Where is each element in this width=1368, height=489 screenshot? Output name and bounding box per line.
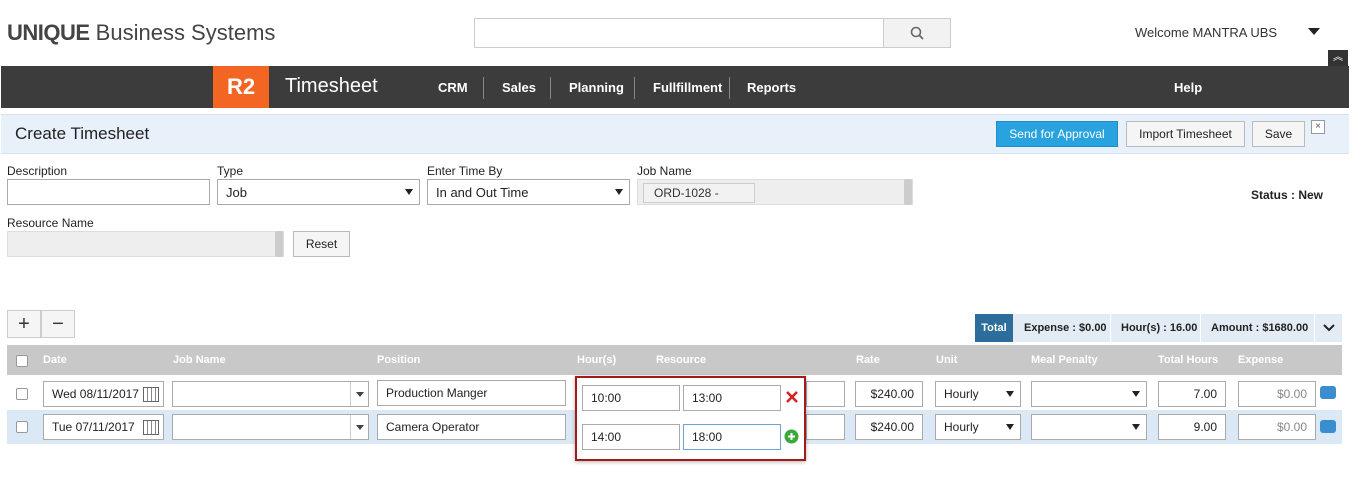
chevron-down-icon bbox=[1006, 424, 1014, 430]
user-menu-caret-icon[interactable] bbox=[1308, 28, 1320, 35]
unit-select[interactable]: Hourly bbox=[935, 414, 1021, 440]
nav-help[interactable]: Help bbox=[1174, 80, 1202, 95]
job-name-chip[interactable]: ORD-1028 - bbox=[643, 183, 755, 203]
chevron-down-icon[interactable] bbox=[1323, 324, 1335, 332]
nav-separator bbox=[634, 77, 635, 99]
description-input[interactable] bbox=[7, 179, 210, 205]
brand-logo: UNIQUE Business Systems bbox=[7, 20, 276, 45]
expense-input[interactable]: $0.00 bbox=[1238, 414, 1316, 440]
col-job-name[interactable]: Job Name bbox=[173, 354, 226, 366]
send-for-approval-button[interactable]: Send for Approval bbox=[996, 121, 1118, 147]
import-timesheet-button[interactable]: Import Timesheet bbox=[1126, 121, 1245, 147]
nav-fullfillment[interactable]: Fullfillment bbox=[653, 80, 722, 95]
rate-input[interactable]: $240.00 bbox=[855, 414, 923, 440]
time-in-input[interactable]: 10:00 bbox=[582, 385, 680, 411]
total-hours-input[interactable]: 7.00 bbox=[1158, 381, 1226, 407]
meal-penalty-select[interactable] bbox=[1031, 414, 1147, 440]
job-name-label: Job Name bbox=[637, 164, 692, 178]
remove-row-button[interactable]: − bbox=[41, 310, 75, 338]
meal-penalty-select[interactable] bbox=[1031, 381, 1147, 407]
search-input[interactable] bbox=[474, 18, 951, 48]
search-icon bbox=[910, 26, 924, 40]
resource-name-field[interactable] bbox=[7, 231, 284, 257]
col-expense[interactable]: Expense bbox=[1238, 354, 1283, 366]
collapse-up-icon[interactable]: ︽ bbox=[1328, 50, 1348, 66]
unit-select[interactable]: Hourly bbox=[935, 381, 1021, 407]
remove-time-icon[interactable] bbox=[785, 390, 799, 404]
page-title: Create Timesheet bbox=[15, 124, 150, 143]
total-hours: Hour(s) : 16.00 bbox=[1121, 322, 1198, 334]
total-tab[interactable]: Total bbox=[975, 314, 1013, 342]
time-out-input[interactable]: 13:00 bbox=[683, 385, 781, 411]
col-hours[interactable]: Hour(s) bbox=[577, 354, 616, 366]
total-amount: Amount : $1680.00 bbox=[1211, 322, 1309, 334]
nav-separator bbox=[483, 77, 484, 99]
resource-scrollbar[interactable] bbox=[275, 231, 283, 257]
add-row-button[interactable]: + bbox=[7, 310, 41, 338]
comment-icon[interactable] bbox=[1320, 420, 1336, 433]
col-position[interactable]: Position bbox=[377, 354, 420, 366]
position-input[interactable]: Production Manger bbox=[377, 380, 566, 406]
nav-planning[interactable]: Planning bbox=[569, 80, 624, 95]
chevron-down-icon bbox=[1132, 424, 1140, 430]
chevron-down-icon bbox=[350, 415, 368, 439]
expense-input[interactable]: $0.00 bbox=[1238, 381, 1316, 407]
comment-icon[interactable] bbox=[1320, 386, 1336, 399]
search-button[interactable] bbox=[883, 18, 951, 48]
enter-time-select[interactable]: In and Out Time bbox=[427, 179, 630, 205]
nav-reports[interactable]: Reports bbox=[747, 80, 796, 95]
nav-crm[interactable]: CRM bbox=[438, 80, 468, 95]
add-time-icon[interactable] bbox=[784, 429, 799, 444]
totals-separator bbox=[1314, 314, 1315, 342]
type-label: Type bbox=[217, 164, 244, 178]
resource-input[interactable] bbox=[806, 414, 845, 440]
col-unit[interactable]: Unit bbox=[936, 354, 957, 366]
time-out-input[interactable]: 18:00 bbox=[683, 424, 781, 450]
col-date[interactable]: Date bbox=[43, 354, 67, 366]
r2-logo: R2 bbox=[213, 66, 269, 108]
row-checkbox[interactable] bbox=[16, 421, 28, 433]
status-badge: Status : New bbox=[1251, 188, 1324, 202]
resource-input[interactable] bbox=[806, 381, 845, 407]
job-name-select[interactable] bbox=[172, 414, 369, 440]
date-field[interactable]: Wed 08/11/2017 bbox=[43, 381, 164, 407]
row-checkbox[interactable] bbox=[16, 388, 28, 400]
totals-separator bbox=[1110, 314, 1111, 342]
chevron-down-icon bbox=[405, 189, 413, 195]
chevron-down-icon bbox=[350, 382, 368, 406]
nav-separator bbox=[550, 77, 551, 99]
rate-input[interactable]: $240.00 bbox=[855, 381, 923, 407]
welcome-text: Welcome MANTRA UBS bbox=[1135, 25, 1278, 40]
chevron-down-icon bbox=[615, 189, 623, 195]
nav-separator bbox=[729, 77, 730, 99]
date-field[interactable]: Tue 07/11/2017 bbox=[43, 414, 164, 440]
type-select[interactable]: Job bbox=[217, 179, 420, 205]
col-meal-penalty[interactable]: Meal Penalty bbox=[1031, 354, 1098, 366]
col-resource[interactable]: Resource bbox=[656, 354, 706, 366]
save-button[interactable]: Save bbox=[1252, 121, 1305, 147]
calendar-icon[interactable] bbox=[143, 420, 159, 435]
time-in-input[interactable]: 14:00 bbox=[582, 424, 680, 450]
total-hours-input[interactable]: 9.00 bbox=[1158, 414, 1226, 440]
calendar-icon[interactable] bbox=[143, 387, 159, 402]
col-rate[interactable]: Rate bbox=[856, 354, 880, 366]
job-name-select[interactable] bbox=[172, 381, 369, 407]
enter-time-label: Enter Time By bbox=[427, 164, 503, 178]
resource-name-label: Resource Name bbox=[7, 216, 94, 230]
col-total-hours[interactable]: Total Hours bbox=[1158, 354, 1218, 366]
app-title: Timesheet bbox=[285, 75, 378, 97]
chevron-down-icon bbox=[1132, 391, 1140, 397]
job-name-scrollbar[interactable] bbox=[904, 179, 912, 205]
totals-separator bbox=[1200, 314, 1201, 342]
reset-button[interactable]: Reset bbox=[293, 231, 350, 257]
total-expense: Expense : $0.00 bbox=[1024, 322, 1107, 334]
select-all-checkbox[interactable] bbox=[16, 355, 28, 367]
nav-sales[interactable]: Sales bbox=[502, 80, 536, 95]
close-icon[interactable]: × bbox=[1311, 120, 1325, 134]
chevron-down-icon bbox=[1006, 391, 1014, 397]
position-input[interactable]: Camera Operator bbox=[377, 414, 566, 440]
description-label: Description bbox=[7, 164, 68, 178]
